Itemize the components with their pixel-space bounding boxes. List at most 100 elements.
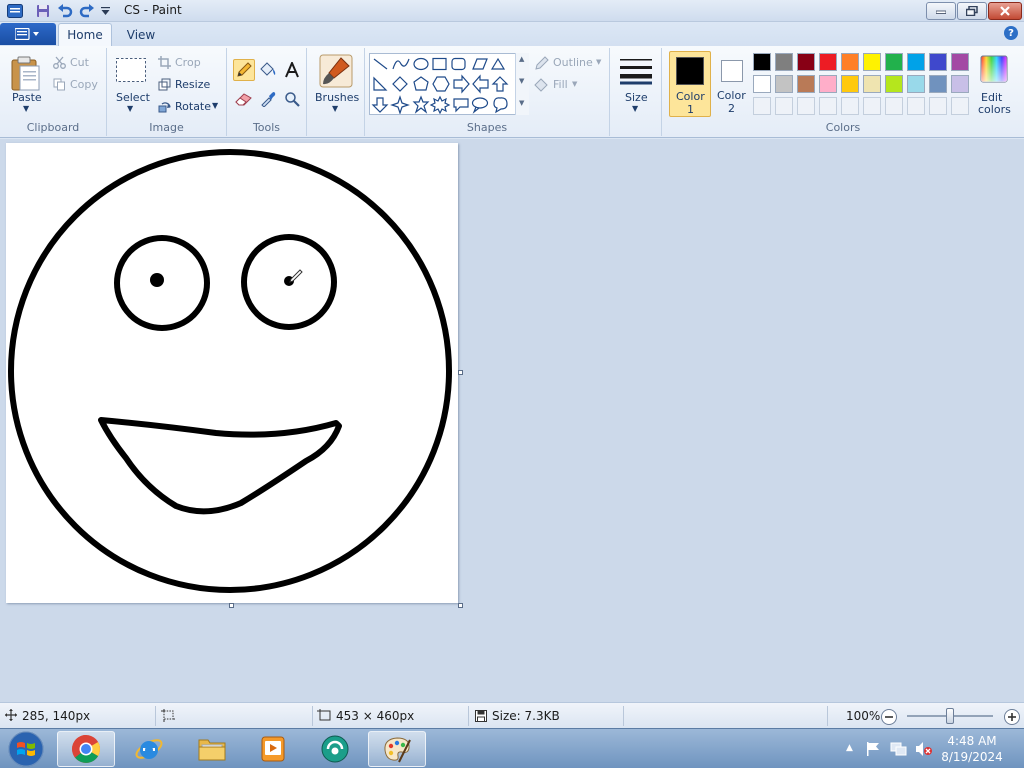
outline-dropdown-icon[interactable]: ▼ — [596, 58, 601, 66]
pencil-tool-button[interactable] — [233, 59, 255, 81]
palette-swatch[interactable] — [885, 53, 903, 71]
network-icon[interactable] — [890, 740, 908, 758]
select-dropdown-icon[interactable]: ▼ — [127, 104, 133, 113]
resize-button[interactable]: Resize — [175, 78, 210, 91]
tab-home[interactable]: Home — [58, 23, 112, 46]
palette-empty-swatch[interactable] — [907, 97, 925, 115]
taskbar-internet-explorer[interactable] — [120, 731, 178, 767]
fill-icon — [533, 77, 549, 93]
taskbar-clock[interactable]: 4:48 AM 8/19/2024 — [937, 733, 1007, 765]
palette-swatch[interactable] — [929, 53, 947, 71]
image-dimensions-icon — [317, 709, 331, 722]
palette-swatch[interactable] — [885, 75, 903, 93]
taskbar-media-player[interactable] — [244, 731, 302, 767]
palette-swatch[interactable] — [951, 75, 969, 93]
palette-empty-swatch[interactable] — [841, 97, 859, 115]
shapes-scroll-down-icon[interactable]: ▼ — [519, 77, 524, 85]
zoom-in-button[interactable] — [1004, 709, 1020, 725]
undo-icon[interactable] — [56, 2, 74, 20]
outline-button[interactable]: Outline — [553, 56, 593, 69]
palette-swatch[interactable] — [775, 53, 793, 71]
zoom-out-button[interactable] — [881, 709, 897, 725]
palette-swatch[interactable] — [797, 75, 815, 93]
palette-swatch[interactable] — [907, 53, 925, 71]
palette-swatch[interactable] — [863, 53, 881, 71]
canvas-resize-handle-bottom[interactable] — [229, 603, 234, 608]
palette-swatch[interactable] — [797, 53, 815, 71]
palette-empty-swatch[interactable] — [775, 97, 793, 115]
taskbar-file-explorer[interactable] — [183, 731, 241, 767]
palette-swatch[interactable] — [819, 53, 837, 71]
shapes-gallery-icons[interactable] — [370, 54, 516, 115]
color1-button[interactable]: Color 1 — [669, 51, 711, 117]
palette-swatch[interactable] — [951, 53, 969, 71]
maximize-button[interactable] — [957, 2, 987, 20]
color-picker-tool-button[interactable] — [257, 88, 279, 110]
palette-empty-swatch[interactable] — [819, 97, 837, 115]
paste-button[interactable] — [8, 52, 44, 96]
taskbar-app-teal[interactable] — [306, 731, 364, 767]
tab-view[interactable]: View — [114, 23, 168, 46]
drawing-canvas[interactable] — [6, 143, 458, 603]
shapes-scroll-up-icon[interactable]: ▲ — [519, 55, 524, 63]
palette-empty-swatch[interactable] — [929, 97, 947, 115]
palette-swatch[interactable] — [775, 75, 793, 93]
palette-empty-swatch[interactable] — [753, 97, 771, 115]
rotate-button[interactable]: Rotate — [175, 100, 211, 113]
show-hidden-icons-button[interactable]: ▲ — [846, 743, 853, 753]
paint-app-icon[interactable] — [4, 2, 26, 20]
shapes-expand-icon[interactable]: ▼ — [519, 99, 524, 107]
color1-number: 1 — [687, 103, 694, 116]
paint-menu-button[interactable] — [0, 23, 56, 45]
copy-button[interactable]: Copy — [70, 78, 98, 91]
volume-muted-icon[interactable] — [914, 740, 934, 758]
palette-empty-swatch[interactable] — [951, 97, 969, 115]
shapes-scrollbar[interactable]: ▲ ▼ ▼ — [515, 53, 529, 115]
fill-button[interactable]: Fill — [553, 78, 568, 91]
magnifier-tool-button[interactable] — [281, 88, 303, 110]
brushes-button[interactable] — [318, 53, 354, 89]
canvas-resize-handle-right[interactable] — [458, 370, 463, 375]
close-button[interactable] — [988, 2, 1022, 20]
save-icon[interactable] — [34, 2, 52, 20]
palette-empty-swatch[interactable] — [797, 97, 815, 115]
image-group: Select ▼ Crop Resize Rotate ▼ Image — [107, 48, 227, 136]
paste-dropdown-icon[interactable]: ▼ — [23, 104, 29, 113]
palette-swatch[interactable] — [907, 75, 925, 93]
start-button[interactable] — [6, 730, 46, 768]
palette-swatch[interactable] — [841, 75, 859, 93]
minimize-button[interactable] — [926, 2, 956, 20]
palette-swatch[interactable] — [929, 75, 947, 93]
color2-label: Color — [717, 89, 746, 102]
status-divider — [155, 706, 156, 726]
palette-swatch[interactable] — [841, 53, 859, 71]
edit-colors-button[interactable] — [979, 54, 1009, 84]
text-tool-button[interactable] — [281, 59, 303, 81]
palette-swatch[interactable] — [863, 75, 881, 93]
canvas-workspace[interactable] — [0, 139, 1024, 702]
eraser-tool-button[interactable] — [233, 88, 255, 110]
cut-button[interactable]: Cut — [70, 56, 89, 69]
size-button[interactable] — [618, 54, 654, 88]
palette-swatch[interactable] — [753, 53, 771, 71]
taskbar-paint[interactable] — [368, 731, 426, 767]
fill-tool-button[interactable] — [257, 59, 279, 81]
select-button[interactable] — [115, 56, 147, 84]
brushes-dropdown-icon[interactable]: ▼ — [332, 104, 338, 113]
action-center-flag-icon[interactable] — [864, 740, 882, 758]
fill-dropdown-icon[interactable]: ▼ — [572, 80, 577, 88]
redo-icon[interactable] — [78, 2, 96, 20]
palette-empty-swatch[interactable] — [885, 97, 903, 115]
palette-empty-swatch[interactable] — [863, 97, 881, 115]
customize-quick-access-icon[interactable] — [98, 2, 112, 20]
size-dropdown-icon[interactable]: ▼ — [632, 104, 638, 113]
color2-button[interactable]: Color 2 — [713, 51, 753, 117]
taskbar-chrome[interactable] — [57, 731, 115, 767]
palette-swatch[interactable] — [753, 75, 771, 93]
rotate-dropdown-icon[interactable]: ▼ — [212, 101, 218, 110]
palette-swatch[interactable] — [819, 75, 837, 93]
canvas-resize-handle-corner[interactable] — [458, 603, 463, 608]
help-icon[interactable]: ? — [1004, 26, 1018, 40]
zoom-slider-thumb[interactable] — [946, 708, 954, 724]
crop-button[interactable]: Crop — [175, 56, 201, 69]
